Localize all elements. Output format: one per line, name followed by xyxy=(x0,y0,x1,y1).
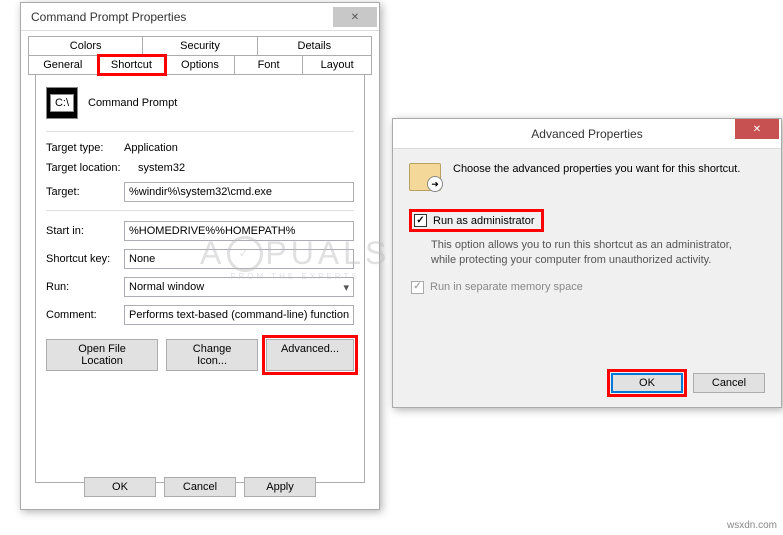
action-buttons: Open File Location Change Icon... Advanc… xyxy=(46,339,354,371)
tab-row-top: Colors Security Details xyxy=(28,36,372,56)
window-title: Command Prompt Properties xyxy=(31,10,186,24)
start-in-label: Start in: xyxy=(46,225,124,237)
intro-text: Choose the advanced properties you want … xyxy=(453,163,740,175)
run-select[interactable]: Normal window xyxy=(124,277,354,297)
tab-font[interactable]: Font xyxy=(235,55,304,75)
advanced-button[interactable]: Advanced... xyxy=(266,339,354,371)
tab-container: Colors Security Details General Shortcut… xyxy=(21,31,379,483)
app-name: Command Prompt xyxy=(88,97,177,109)
run-value: Normal window xyxy=(129,281,204,293)
target-location-value: system32 xyxy=(138,162,354,174)
target-location-label: Target location: xyxy=(46,162,138,174)
shortcut-folder-icon xyxy=(409,163,441,191)
target-type-label: Target type: xyxy=(46,142,124,154)
tab-security[interactable]: Security xyxy=(143,36,257,56)
shortcut-key-input[interactable] xyxy=(124,249,354,269)
titlebar[interactable]: Advanced Properties xyxy=(393,119,781,149)
comment-row: Comment: xyxy=(46,305,354,325)
app-header: C:\ Command Prompt xyxy=(46,87,354,119)
close-icon xyxy=(753,123,761,135)
start-in-input[interactable] xyxy=(124,221,354,241)
close-button[interactable] xyxy=(333,7,377,27)
separate-memory-label: Run in separate memory space xyxy=(430,281,583,293)
start-in-row: Start in: xyxy=(46,221,354,241)
window-title: Advanced Properties xyxy=(531,127,642,141)
separator xyxy=(46,210,354,211)
tab-details[interactable]: Details xyxy=(258,36,372,56)
run-label: Run: xyxy=(46,281,124,293)
shortcut-key-row: Shortcut key: xyxy=(46,249,354,269)
dialog-footer-buttons: OK Cancel xyxy=(611,373,765,393)
shortcut-key-label: Shortcut key: xyxy=(46,253,124,265)
ok-button[interactable]: OK xyxy=(84,477,156,497)
chevron-down-icon xyxy=(343,281,349,294)
dialog-footer-buttons: OK Cancel Apply xyxy=(21,477,379,497)
target-label: Target: xyxy=(46,186,124,198)
tab-row-bottom: General Shortcut Options Font Layout xyxy=(28,55,372,75)
run-as-admin-label[interactable]: Run as administrator xyxy=(433,215,535,227)
tab-colors[interactable]: Colors xyxy=(28,36,143,56)
tab-options[interactable]: Options xyxy=(166,55,235,75)
comment-input[interactable] xyxy=(124,305,354,325)
credit-text: wsxdn.com xyxy=(727,520,777,531)
tab-shortcut[interactable]: Shortcut xyxy=(98,55,167,75)
separate-memory-row: Run in separate memory space xyxy=(411,281,765,294)
tab-general[interactable]: General xyxy=(28,55,98,75)
tab-layout[interactable]: Layout xyxy=(303,55,372,75)
cancel-button[interactable]: Cancel xyxy=(693,373,765,393)
cancel-button[interactable]: Cancel xyxy=(164,477,236,497)
ok-button[interactable]: OK xyxy=(611,373,683,393)
cmd-icon: C:\ xyxy=(46,87,78,119)
advanced-properties-dialog: Advanced Properties Choose the advanced … xyxy=(392,118,782,408)
target-type-value: Application xyxy=(124,142,354,154)
command-prompt-properties-dialog: Command Prompt Properties Colors Securit… xyxy=(20,2,380,510)
run-as-admin-description: This option allows you to run this short… xyxy=(431,238,741,269)
comment-label: Comment: xyxy=(46,309,124,321)
apply-button[interactable]: Apply xyxy=(244,477,316,497)
separate-memory-checkbox xyxy=(411,281,424,294)
target-location-row: Target location: system32 xyxy=(46,162,354,174)
close-icon xyxy=(351,11,359,23)
dialog-body: Choose the advanced properties you want … xyxy=(393,149,781,407)
open-file-location-button[interactable]: Open File Location xyxy=(46,339,158,371)
target-input[interactable] xyxy=(124,182,354,202)
target-row: Target: xyxy=(46,182,354,202)
run-as-admin-checkbox[interactable] xyxy=(414,214,427,227)
shortcut-panel: C:\ Command Prompt Target type: Applicat… xyxy=(35,75,365,483)
separator xyxy=(46,131,354,132)
target-type-row: Target type: Application xyxy=(46,142,354,154)
run-row: Run: Normal window xyxy=(46,277,354,297)
header-row: Choose the advanced properties you want … xyxy=(409,163,765,191)
titlebar[interactable]: Command Prompt Properties xyxy=(21,3,379,31)
close-button[interactable] xyxy=(735,119,779,139)
run-as-admin-row: Run as administrator xyxy=(409,209,544,232)
change-icon-button[interactable]: Change Icon... xyxy=(166,339,258,371)
